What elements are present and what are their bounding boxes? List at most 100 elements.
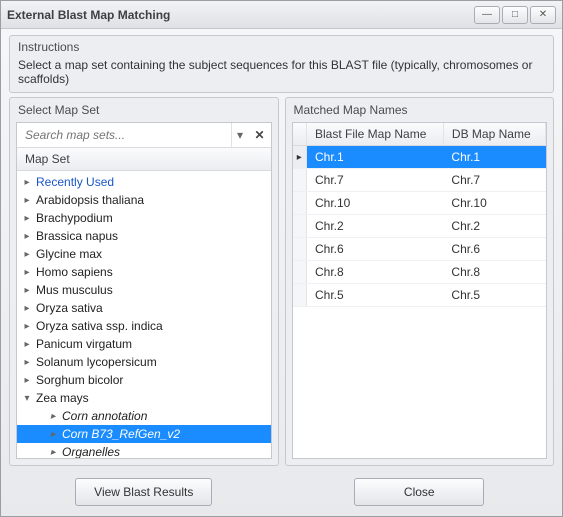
table-row[interactable]: Chr.5Chr.5 (293, 284, 546, 307)
tree-item-label: Panicum virgatum (36, 337, 132, 351)
instructions-text: Select a map set containing the subject … (10, 56, 553, 92)
expand-icon[interactable]: ▸ (21, 249, 33, 260)
tree-item[interactable]: ▸Mus musculus (17, 281, 271, 299)
cell-blast-map: Chr.10 (307, 192, 444, 215)
close-icon: ✕ (539, 9, 547, 20)
cell-db-map: Chr.6 (443, 238, 545, 261)
tree-item-label: Solanum lycopersicum (36, 355, 157, 369)
expand-icon[interactable]: ▸ (21, 285, 33, 296)
main-area: Select Map Set ▾ ✕ Map Set ▸Recently Use… (1, 97, 562, 472)
matched-header: Matched Map Names (286, 98, 554, 122)
tree-item-label: Sorghum bicolor (36, 373, 123, 387)
expand-icon[interactable]: ▸ (21, 339, 33, 350)
tree-item[interactable]: ▸Corn annotation (17, 407, 271, 425)
matched-panel: Matched Map Names Blast File Map Name DB… (285, 97, 555, 466)
row-header-col (293, 123, 307, 146)
tree-item-label: Organelles (62, 445, 120, 458)
row-indicator (293, 215, 307, 238)
tree-item[interactable]: ▸Arabidopsis thaliana (17, 191, 271, 209)
cell-db-map: Chr.2 (443, 215, 545, 238)
minimize-button[interactable]: — (474, 6, 500, 24)
row-indicator (293, 261, 307, 284)
titlebar: External Blast Map Matching — □ ✕ (1, 1, 562, 29)
row-indicator (293, 284, 307, 307)
expand-icon[interactable]: ▸ (21, 357, 33, 368)
table-row[interactable]: ▸Chr.1Chr.1 (293, 146, 546, 169)
instructions-panel: Instructions Select a map set containing… (9, 35, 554, 93)
cell-blast-map: Chr.7 (307, 169, 444, 192)
tree-item-label: Arabidopsis thaliana (36, 193, 144, 207)
tree-item-label: Zea mays (36, 391, 89, 405)
search-clear-button[interactable]: ✕ (249, 123, 271, 147)
tree-item[interactable]: ▸Brassica napus (17, 227, 271, 245)
tree-item[interactable]: ▸Oryza sativa ssp. indica (17, 317, 271, 335)
mapset-column-header[interactable]: Map Set (17, 148, 271, 171)
row-indicator: ▸ (293, 146, 307, 169)
expand-icon[interactable]: ▸ (21, 375, 33, 386)
mapset-header: Select Map Set (10, 98, 278, 122)
tree-item-label: Mus musculus (36, 283, 113, 297)
tree-item-label: Recently Used (36, 175, 114, 189)
col-db-map[interactable]: DB Map Name (443, 123, 545, 146)
expand-icon[interactable]: ▸ (21, 195, 33, 206)
expand-icon[interactable]: ▸ (47, 447, 59, 458)
cell-blast-map: Chr.1 (307, 146, 444, 169)
mapset-body: ▾ ✕ Map Set ▸Recently Used▸Arabidopsis t… (16, 122, 272, 459)
tree-item[interactable]: ▸Sorghum bicolor (17, 371, 271, 389)
expand-icon[interactable]: ▸ (21, 321, 33, 332)
expand-icon[interactable]: ▸ (21, 303, 33, 314)
expand-icon[interactable]: ▸ (21, 231, 33, 242)
row-indicator (293, 238, 307, 261)
view-blast-results-button[interactable]: View Blast Results (75, 478, 212, 506)
tree-item[interactable]: ▸Panicum virgatum (17, 335, 271, 353)
expand-icon[interactable]: ▸ (47, 411, 59, 422)
cell-blast-map: Chr.8 (307, 261, 444, 284)
col-blast-map[interactable]: Blast File Map Name (307, 123, 444, 146)
expand-icon[interactable]: ▾ (21, 393, 33, 404)
tree-item[interactable]: ▸Corn B73_RefGen_v2 (17, 425, 271, 443)
table-row[interactable]: Chr.7Chr.7 (293, 169, 546, 192)
row-indicator (293, 169, 307, 192)
table-row[interactable]: Chr.8Chr.8 (293, 261, 546, 284)
expand-icon[interactable]: ▸ (21, 267, 33, 278)
cell-blast-map: Chr.5 (307, 284, 444, 307)
tree-item[interactable]: ▾Zea mays (17, 389, 271, 407)
close-window-button[interactable]: ✕ (530, 6, 556, 24)
table-row[interactable]: Chr.10Chr.10 (293, 192, 546, 215)
expand-icon[interactable]: ▸ (21, 213, 33, 224)
table-row[interactable]: Chr.6Chr.6 (293, 238, 546, 261)
dialog-window: External Blast Map Matching — □ ✕ Instru… (0, 0, 563, 517)
tree-item[interactable]: ▸Recently Used (17, 173, 271, 191)
tree-item-label: Oryza sativa (36, 301, 103, 315)
expand-icon[interactable]: ▸ (21, 177, 33, 188)
search-dropdown-button[interactable]: ▾ (231, 123, 249, 147)
matched-body: Blast File Map Name DB Map Name ▸Chr.1Ch… (292, 122, 548, 459)
tree-item[interactable]: ▸Solanum lycopersicum (17, 353, 271, 371)
close-button[interactable]: Close (354, 478, 484, 506)
maximize-button[interactable]: □ (502, 6, 528, 24)
search-input[interactable] (17, 123, 231, 147)
tree-item-label: Oryza sativa ssp. indica (36, 319, 163, 333)
tree-item[interactable]: ▸Oryza sativa (17, 299, 271, 317)
tree-item-label: Homo sapiens (36, 265, 113, 279)
row-indicator (293, 192, 307, 215)
cell-db-map: Chr.7 (443, 169, 545, 192)
minimize-icon: — (482, 9, 492, 20)
matched-grid[interactable]: Blast File Map Name DB Map Name ▸Chr.1Ch… (293, 123, 547, 458)
expand-icon[interactable]: ▸ (47, 429, 59, 440)
tree-item-label: Glycine max (36, 247, 102, 261)
mapset-tree[interactable]: ▸Recently Used▸Arabidopsis thaliana▸Brac… (17, 171, 271, 458)
tree-item[interactable]: ▸Organelles (17, 443, 271, 458)
button-bar: View Blast Results Close (1, 472, 562, 516)
search-row: ▾ ✕ (17, 123, 271, 148)
tree-item[interactable]: ▸Homo sapiens (17, 263, 271, 281)
cell-db-map: Chr.5 (443, 284, 545, 307)
tree-item[interactable]: ▸Glycine max (17, 245, 271, 263)
x-icon: ✕ (254, 128, 264, 142)
table-row[interactable]: Chr.2Chr.2 (293, 215, 546, 238)
cell-db-map: Chr.1 (443, 146, 545, 169)
mapset-panel: Select Map Set ▾ ✕ Map Set ▸Recently Use… (9, 97, 279, 466)
window-title: External Blast Map Matching (7, 8, 474, 22)
tree-item[interactable]: ▸Brachypodium (17, 209, 271, 227)
cell-db-map: Chr.8 (443, 261, 545, 284)
